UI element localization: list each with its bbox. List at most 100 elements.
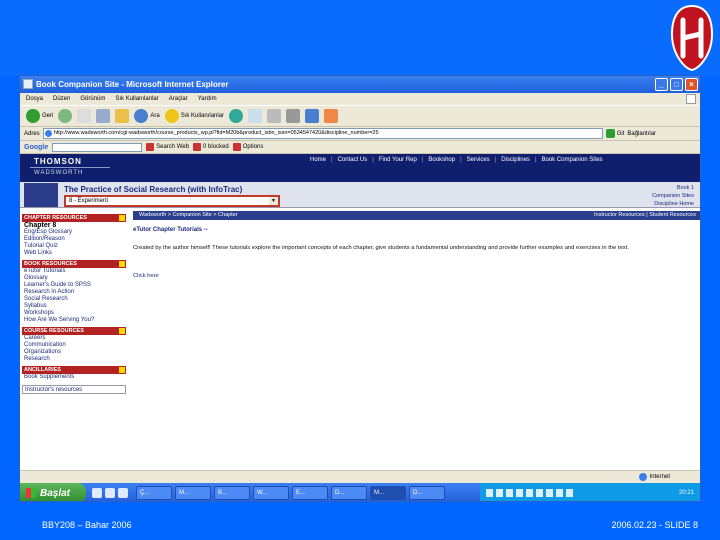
- book-link[interactable]: Book 1: [652, 184, 694, 192]
- collapse-icon[interactable]: [119, 367, 125, 373]
- nav-disciplines[interactable]: Disciplines: [501, 157, 530, 163]
- tray-icon[interactable]: [556, 489, 563, 497]
- options-icon: [232, 143, 241, 151]
- sidebar-item[interactable]: Edition/Reason: [24, 236, 126, 243]
- sidebar-item[interactable]: Social Research: [24, 296, 126, 303]
- sidebar-item[interactable]: Careers: [24, 335, 126, 342]
- sidebar: CHAPTER RESOURCES Chapter 8 Eng/Esp Glos…: [22, 211, 126, 468]
- taskbar-item[interactable]: D...: [331, 486, 367, 500]
- messenger-icon[interactable]: [324, 109, 339, 123]
- tray-icon[interactable]: [526, 489, 533, 497]
- start-button[interactable]: Başlat: [20, 483, 86, 501]
- sidebar-item[interactable]: Workshops: [24, 310, 126, 317]
- taskbar-item[interactable]: E...: [292, 486, 328, 500]
- sidebar-item[interactable]: Research in Action: [24, 289, 126, 296]
- discuss-icon[interactable]: [305, 109, 320, 123]
- sidebar-item[interactable]: Communication: [24, 342, 126, 349]
- close-button[interactable]: ×: [685, 78, 698, 91]
- edit-icon[interactable]: [286, 109, 301, 123]
- nav-contact[interactable]: Contact Us: [338, 157, 368, 163]
- taskbar-item[interactable]: M...: [175, 486, 211, 500]
- book-title: The Practice of Social Research (with In…: [64, 185, 243, 194]
- nav-bookshop[interactable]: Bookshop: [428, 157, 455, 163]
- chapter-select[interactable]: 8 - Experiment ▼: [64, 195, 280, 207]
- minimize-button[interactable]: _: [655, 78, 668, 91]
- windows-flag-icon: [26, 488, 36, 498]
- menu-file[interactable]: Dosya: [26, 96, 43, 102]
- sidebar-item[interactable]: Book Supplements: [24, 374, 126, 381]
- options-button[interactable]: Options: [232, 143, 263, 151]
- taskbar-item-active[interactable]: M...: [370, 486, 406, 500]
- windows-logo-icon: [686, 94, 696, 104]
- nav-find-rep[interactable]: Find Your Rep: [379, 157, 417, 163]
- tray-icon[interactable]: [486, 489, 493, 497]
- refresh-icon[interactable]: [96, 109, 111, 123]
- sidebar-item[interactable]: Syllabus: [24, 303, 126, 310]
- sidebar-item[interactable]: Glossary: [24, 275, 126, 282]
- sidebar-item[interactable]: Research: [24, 356, 126, 363]
- collapse-icon[interactable]: [119, 261, 125, 267]
- sidebar-item[interactable]: How Are We Serving You?: [24, 317, 126, 324]
- instructor-resources-link[interactable]: Instructor's resources: [22, 385, 126, 394]
- discipline-home-link[interactable]: Discipline Home: [652, 200, 694, 208]
- desktop-icon[interactable]: [92, 488, 102, 498]
- sidebar-item[interactable]: Organizations: [24, 349, 126, 356]
- go-button[interactable]: Git: [605, 129, 625, 138]
- logo-divider: [30, 167, 110, 168]
- sidebar-item[interactable]: Web Links: [24, 250, 126, 257]
- sidebar-item[interactable]: Tutorial Quiz: [24, 243, 126, 250]
- tray-icon[interactable]: [496, 489, 503, 497]
- print-icon[interactable]: [267, 109, 282, 123]
- collapse-icon[interactable]: [119, 328, 125, 334]
- menu-tools[interactable]: Araçlar: [169, 96, 188, 102]
- address-bar: Adres http://www.wadsworth.com/cgi-wadsw…: [20, 127, 700, 141]
- click-here-link[interactable]: Click here: [133, 273, 159, 279]
- mail-icon[interactable]: [248, 109, 263, 123]
- tray-icon[interactable]: [566, 489, 573, 497]
- history-icon[interactable]: [229, 109, 244, 123]
- ie-icon[interactable]: [105, 488, 115, 498]
- taskbar-item[interactable]: Ç...: [136, 486, 172, 500]
- tray-icon[interactable]: [546, 489, 553, 497]
- maximize-button[interactable]: □: [670, 78, 683, 91]
- address-input[interactable]: http://www.wadsworth.com/cgi-wadsworth/c…: [42, 128, 603, 139]
- favorites-button[interactable]: Sık Kullanılanlar: [164, 109, 224, 123]
- back-button[interactable]: Geri: [26, 109, 53, 123]
- menu-favorites[interactable]: Sık Kullanılanlar: [115, 96, 158, 102]
- stop-icon[interactable]: [77, 109, 92, 123]
- google-search-input[interactable]: [52, 142, 143, 152]
- star-icon: [164, 109, 179, 123]
- nav-companion-sites[interactable]: Book Companion Sites: [542, 157, 603, 163]
- chevron-down-icon[interactable]: ▼: [269, 197, 278, 205]
- tray-icon[interactable]: [506, 489, 513, 497]
- nav-services[interactable]: Services: [467, 157, 490, 163]
- companion-sites-link[interactable]: Companion Sites: [652, 192, 694, 200]
- slide-header-band: [0, 0, 720, 75]
- links-label[interactable]: Bağlantılar: [627, 131, 656, 137]
- search-button[interactable]: Ara: [134, 109, 160, 123]
- taskbar-item[interactable]: D...: [409, 486, 445, 500]
- collapse-icon[interactable]: [119, 215, 125, 221]
- taskbar-item[interactable]: W...: [253, 486, 289, 500]
- sidebar-item[interactable]: Learner's Guide to SPSS: [24, 282, 126, 289]
- tray-icon[interactable]: [536, 489, 543, 497]
- go-label: Git: [616, 130, 625, 137]
- menu-view[interactable]: Görünüm: [80, 96, 105, 102]
- sidebar-item[interactable]: Eng/Esp Glossary: [24, 229, 126, 236]
- forward-arrow-icon[interactable]: [58, 109, 73, 123]
- popup-blocker-button[interactable]: 0 blocked: [193, 143, 229, 151]
- media-icon[interactable]: [118, 488, 128, 498]
- taskbar-item[interactable]: B...: [214, 486, 250, 500]
- window-titlebar: Book Companion Site - Microsoft Internet…: [20, 76, 700, 93]
- home-icon[interactable]: [115, 109, 130, 123]
- nav-home[interactable]: Home: [310, 157, 326, 163]
- chapter-resources-header: CHAPTER RESOURCES: [22, 214, 126, 222]
- resource-links[interactable]: Instructor Resources | Student Resources: [594, 211, 696, 220]
- back-arrow-icon: [26, 109, 40, 123]
- sidebar-item[interactable]: eTutor Tutorials: [24, 268, 126, 275]
- tray-icon[interactable]: [516, 489, 523, 497]
- menu-help[interactable]: Yardım: [198, 96, 217, 102]
- menu-edit[interactable]: Düzen: [53, 96, 70, 102]
- breadcrumb-text[interactable]: Wadsworth > Companion Site > Chapter: [139, 212, 238, 218]
- search-web-button[interactable]: Search Web: [146, 143, 189, 151]
